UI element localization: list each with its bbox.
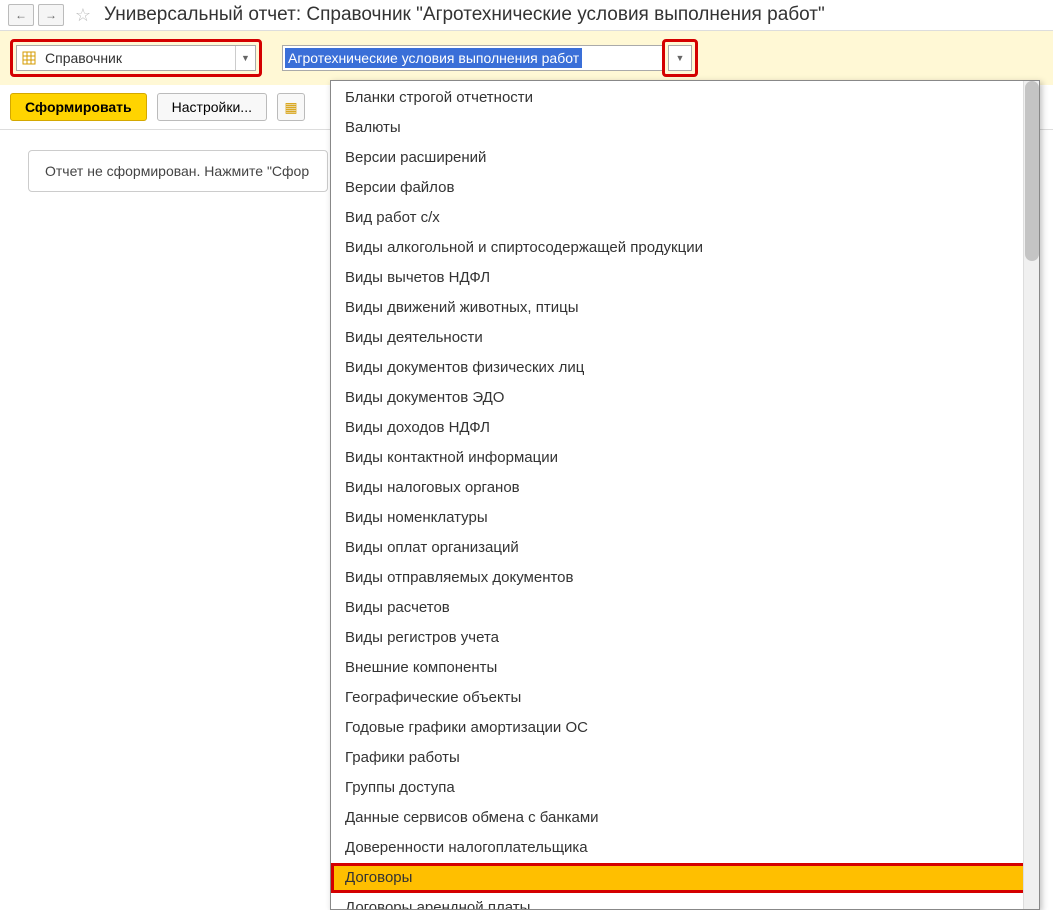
dropdown-item[interactable]: Географические объекты — [331, 683, 1039, 713]
nav-back-button[interactable]: ← — [8, 4, 34, 26]
header-bar: ← → ☆ Универсальный отчет: Справочник "А… — [0, 0, 1053, 31]
object-dropdown[interactable]: Агротехнические условия выполнения работ — [282, 45, 662, 71]
arrow-right-icon: → — [45, 8, 57, 22]
dropdown-item[interactable]: Графики работы — [331, 743, 1039, 773]
document-icon: ▦ — [284, 99, 297, 116]
object-dropdown-panel: Бланки строгой отчетностиВалютыВерсии ра… — [330, 80, 1040, 910]
chevron-down-icon[interactable]: ▼ — [235, 46, 255, 70]
dropdown-item[interactable]: Валюты — [331, 113, 1039, 143]
dropdown-item[interactable]: Виды регистров учета — [331, 623, 1039, 653]
dropdown-item[interactable]: Виды расчетов — [331, 593, 1039, 623]
object-dropdown-caret-box[interactable]: ▼ — [668, 45, 692, 71]
highlight-object-caret: ▼ — [662, 39, 698, 77]
filter-bar: Справочник ▼ Агротехнические условия вып… — [0, 31, 1053, 85]
dropdown-item[interactable]: Виды отправляемых документов — [331, 563, 1039, 593]
dropdown-item[interactable]: Группы доступа — [331, 773, 1039, 803]
dropdown-item[interactable]: Внешние компоненты — [331, 653, 1039, 683]
dropdown-item[interactable]: Договоры арендной платы — [331, 893, 1039, 909]
type-dropdown[interactable]: Справочник ▼ — [16, 45, 256, 71]
dropdown-item[interactable]: Виды доходов НДФЛ — [331, 413, 1039, 443]
dropdown-item[interactable]: Виды документов ЭДО — [331, 383, 1039, 413]
catalog-icon — [17, 51, 41, 65]
dropdown-item[interactable]: Виды налоговых органов — [331, 473, 1039, 503]
dropdown-item[interactable]: Виды номенклатуры — [331, 503, 1039, 533]
dropdown-item[interactable]: Виды оплат организаций — [331, 533, 1039, 563]
dropdown-item[interactable]: Договоры — [331, 863, 1039, 893]
dropdown-item[interactable]: Виды движений животных, птицы — [331, 293, 1039, 323]
chevron-down-icon[interactable]: ▼ — [669, 46, 691, 70]
dropdown-item[interactable]: Виды деятельности — [331, 323, 1039, 353]
favorite-star-icon[interactable]: ☆ — [72, 4, 94, 26]
object-dropdown-selected: Агротехнические условия выполнения работ — [285, 48, 582, 68]
page-title: Универсальный отчет: Справочник "Агротех… — [104, 4, 825, 26]
dropdown-item[interactable]: Данные сервисов обмена с банками — [331, 803, 1039, 833]
scrollbar-thumb[interactable] — [1025, 81, 1039, 261]
dropdown-item[interactable]: Виды алкогольной и спиртосодержащей прод… — [331, 233, 1039, 263]
dropdown-item[interactable]: Версии расширений — [331, 143, 1039, 173]
dropdown-item[interactable]: Версии файлов — [331, 173, 1039, 203]
dropdown-item[interactable]: Вид работ с/х — [331, 203, 1039, 233]
report-not-generated-message: Отчет не сформирован. Нажмите "Сфор — [28, 150, 328, 192]
type-dropdown-label: Справочник — [41, 50, 235, 66]
generate-button[interactable]: Сформировать — [10, 93, 147, 121]
settings-button[interactable]: Настройки... — [157, 93, 267, 121]
highlight-type-dropdown: Справочник ▼ — [10, 39, 262, 77]
arrow-left-icon: ← — [15, 8, 27, 22]
dropdown-items-list: Бланки строгой отчетностиВалютыВерсии ра… — [331, 81, 1039, 909]
dropdown-item[interactable]: Бланки строгой отчетности — [331, 83, 1039, 113]
scrollbar[interactable] — [1023, 81, 1039, 909]
dropdown-item[interactable]: Виды контактной информации — [331, 443, 1039, 473]
dropdown-item[interactable]: Виды документов физических лиц — [331, 353, 1039, 383]
nav-forward-button[interactable]: → — [38, 4, 64, 26]
dropdown-item[interactable]: Годовые графики амортизации ОС — [331, 713, 1039, 743]
dropdown-item[interactable]: Доверенности налогоплательщика — [331, 833, 1039, 863]
toolbar-icon-button[interactable]: ▦ — [277, 93, 305, 121]
dropdown-item[interactable]: Виды вычетов НДФЛ — [331, 263, 1039, 293]
